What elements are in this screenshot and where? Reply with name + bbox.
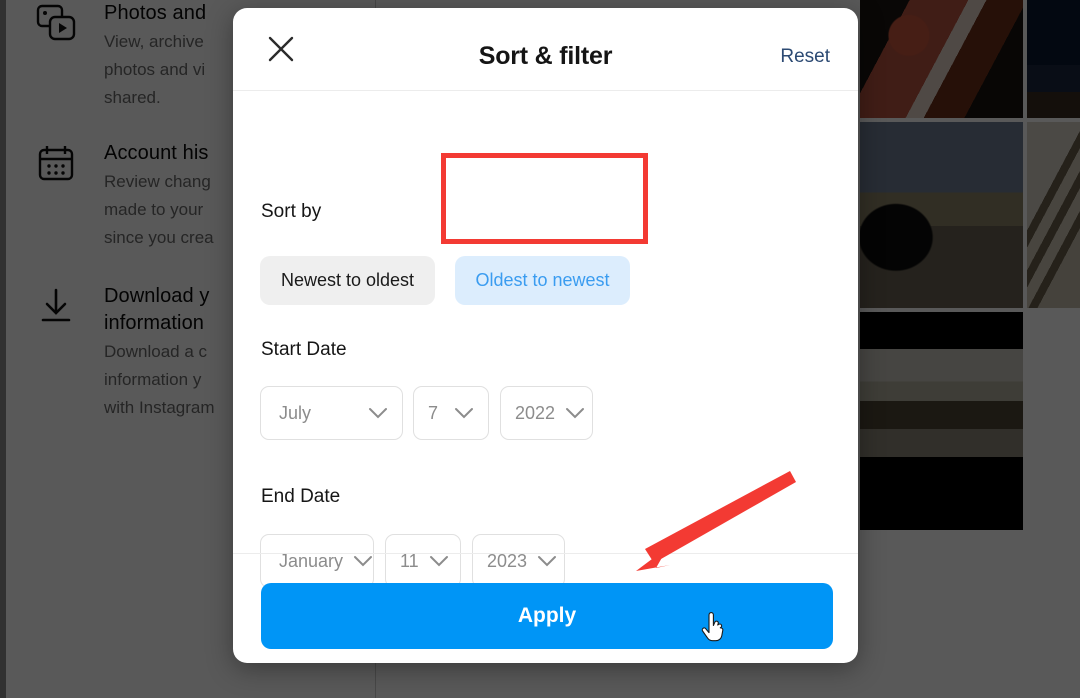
sort-by-label: Sort by: [261, 201, 322, 222]
reset-button[interactable]: Reset: [780, 46, 830, 68]
start-date-year-select[interactable]: 2022: [500, 386, 593, 440]
end-date-label: End Date: [261, 486, 341, 507]
chevron-down-icon: [369, 408, 387, 419]
sort-option-oldest-to-newest[interactable]: Oldest to newest: [455, 256, 630, 305]
sort-filter-dialog: Sort & filter Reset Sort by Newest to ol…: [233, 8, 858, 663]
start-date-label: Start Date: [261, 339, 347, 360]
start-date-year-value: 2022: [515, 402, 556, 423]
chevron-down-icon: [566, 408, 585, 419]
start-date-day-select[interactable]: 7: [413, 386, 489, 440]
sort-option-label: Oldest to newest: [475, 270, 610, 290]
start-date-day-value: 7: [428, 402, 439, 423]
dialog-body: Sort by Newest to oldest Oldest to newes…: [233, 91, 858, 588]
dialog-footer: Apply: [233, 553, 858, 663]
start-date-month-select[interactable]: July: [260, 386, 403, 440]
sort-option-newest-to-oldest[interactable]: Newest to oldest: [260, 256, 435, 305]
apply-button[interactable]: Apply: [261, 583, 833, 649]
chevron-down-icon: [455, 408, 473, 419]
sort-option-label: Newest to oldest: [280, 270, 415, 290]
dialog-title: Sort & filter: [478, 42, 613, 70]
start-date-month-value: July: [279, 402, 312, 423]
screen: Photos and View, archive photos and vi s…: [0, 0, 1080, 698]
dialog-header: Sort & filter Reset: [233, 8, 858, 91]
